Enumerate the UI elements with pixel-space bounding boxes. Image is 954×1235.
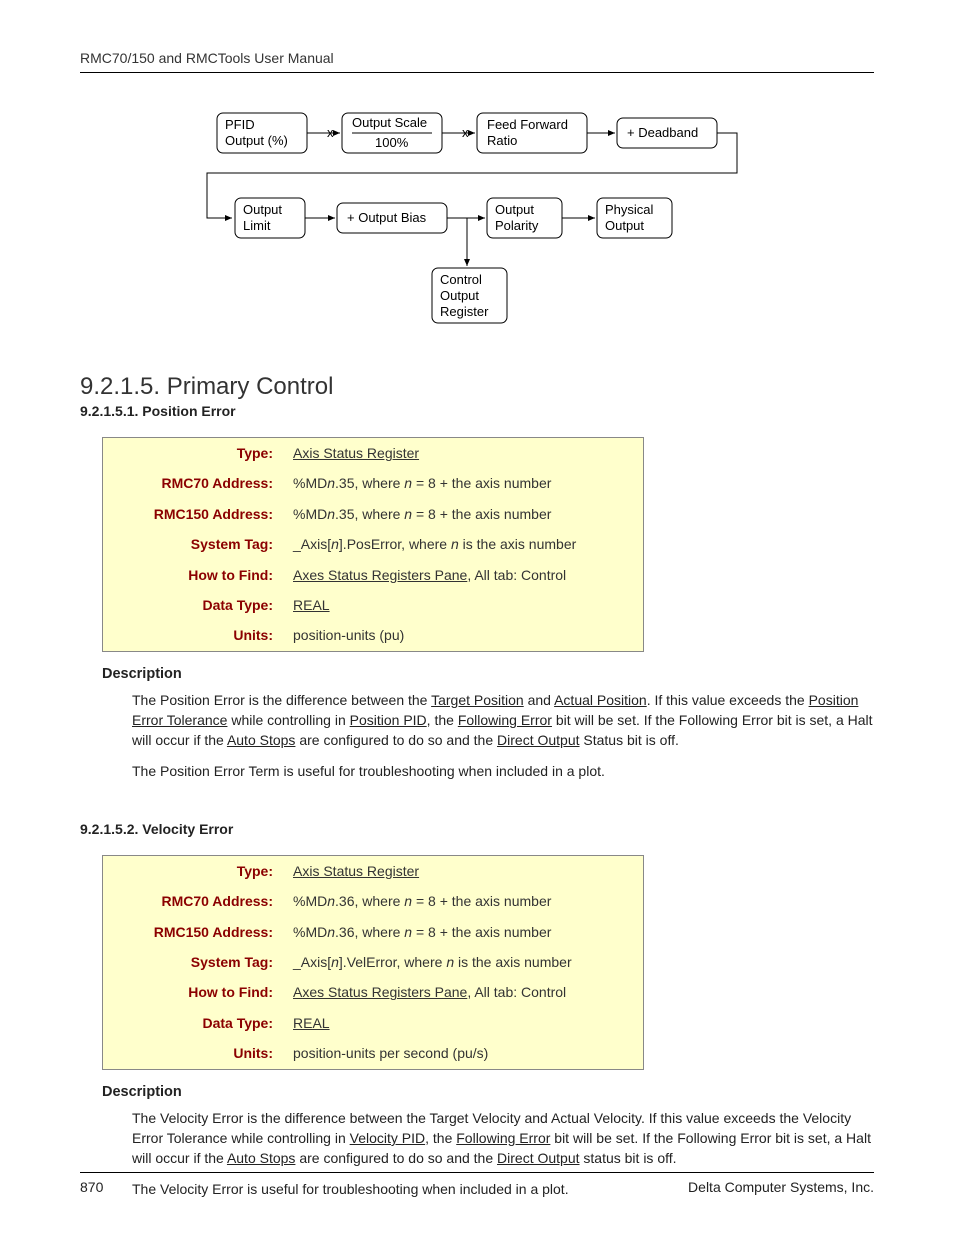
diagram-box-outputscale: x Output Scale 100% [327, 113, 442, 153]
svg-text:Output: Output [605, 218, 644, 233]
link-axis-status-register[interactable]: Axis Status Register [293, 445, 419, 461]
flow-diagram: PFID Output (%) x Output Scale 100% x Fe… [80, 103, 874, 343]
svg-text:Ratio: Ratio [487, 133, 517, 148]
row-label: RMC70 Address: [103, 468, 284, 498]
svg-text:100%: 100% [375, 135, 409, 150]
diagram-box-deadband: + Deadband [617, 118, 717, 148]
row-label: Units: [103, 1038, 284, 1069]
row-value: position-units per second (pu/s) [283, 1038, 644, 1069]
description-paragraph: The Velocity Error is the difference bet… [132, 1108, 874, 1169]
row-label: How to Find: [103, 977, 284, 1007]
link-axes-status-registers-pane[interactable]: Axes Status Registers Pane [293, 567, 467, 583]
page-number: 870 [80, 1179, 103, 1195]
row-value: position-units (pu) [283, 620, 644, 651]
svg-text:PFID: PFID [225, 117, 255, 132]
svg-text:Control: Control [440, 272, 482, 287]
diagram-box-pfid: PFID Output (%) [217, 113, 307, 153]
svg-text:Output Scale: Output Scale [352, 115, 427, 130]
svg-text:Limit: Limit [243, 218, 271, 233]
position-error-heading: 9.2.1.5.1. Position Error [80, 403, 874, 419]
svg-text:Register: Register [440, 304, 489, 319]
section-heading: 9.2.1.5. Primary Control [80, 373, 874, 401]
description-paragraph: The Position Error Term is useful for tr… [132, 761, 874, 781]
svg-text:Physical: Physical [605, 202, 654, 217]
row-label: RMC150 Address: [103, 917, 284, 947]
row-label: Units: [103, 620, 284, 651]
description-paragraph: The Position Error is the difference bet… [132, 690, 874, 751]
link-axes-status-registers-pane[interactable]: Axes Status Registers Pane [293, 984, 467, 1000]
row-label: Data Type: [103, 1008, 284, 1038]
svg-text:+ Deadband: + Deadband [627, 125, 698, 140]
row-label: RMC150 Address: [103, 499, 284, 529]
diagram-box-outputbias: + Output Bias [337, 203, 447, 233]
page-footer: 870 Delta Computer Systems, Inc. [80, 1172, 874, 1195]
row-label: How to Find: [103, 560, 284, 590]
description-heading: Description [102, 666, 874, 682]
diagram-box-outputpolarity: Output Polarity [487, 198, 562, 238]
link-axis-status-register[interactable]: Axis Status Register [293, 863, 419, 879]
diagram-box-feedforward: x Feed Forward Ratio [462, 113, 587, 153]
link-real[interactable]: REAL [293, 597, 330, 613]
row-value: %MDn.36, where n = 8 + the axis number [283, 886, 644, 916]
link-real[interactable]: REAL [293, 1015, 330, 1031]
svg-text:Output: Output [440, 288, 479, 303]
row-value: _Axis[n].PosError, where n is the axis n… [283, 529, 644, 559]
diagram-box-physicaloutput: Physical Output [597, 198, 672, 238]
diagram-box-controloutputregister: Control Output Register [432, 268, 507, 323]
company-name: Delta Computer Systems, Inc. [688, 1179, 874, 1195]
doc-header: RMC70/150 and RMCTools User Manual [80, 50, 874, 73]
svg-text:Output: Output [243, 202, 282, 217]
svg-text:+ Output Bias: + Output Bias [347, 210, 427, 225]
svg-text:Output (%): Output (%) [225, 133, 288, 148]
row-label: Type: [103, 438, 284, 469]
row-label: System Tag: [103, 529, 284, 559]
row-label: Data Type: [103, 590, 284, 620]
row-value: %MDn.36, where n = 8 + the axis number [283, 917, 644, 947]
svg-text:Output: Output [495, 202, 534, 217]
row-label: RMC70 Address: [103, 886, 284, 916]
description-heading: Description [102, 1084, 874, 1100]
diagram-box-outputlimit: Output Limit [235, 198, 305, 238]
row-value: _Axis[n].VelError, where n is the axis n… [283, 947, 644, 977]
position-error-table: Type: Axis Status Register RMC70 Address… [102, 437, 644, 652]
velocity-error-heading: 9.2.1.5.2. Velocity Error [80, 821, 874, 837]
row-value: Axes Status Registers Pane, All tab: Con… [283, 560, 644, 590]
row-label: System Tag: [103, 947, 284, 977]
svg-text:Polarity: Polarity [495, 218, 539, 233]
row-label: Type: [103, 855, 284, 886]
row-value: %MDn.35, where n = 8 + the axis number [283, 468, 644, 498]
svg-text:Feed Forward: Feed Forward [487, 117, 568, 132]
row-value: Axes Status Registers Pane, All tab: Con… [283, 977, 644, 1007]
row-value: %MDn.35, where n = 8 + the axis number [283, 499, 644, 529]
velocity-error-table: Type: Axis Status Register RMC70 Address… [102, 855, 644, 1070]
